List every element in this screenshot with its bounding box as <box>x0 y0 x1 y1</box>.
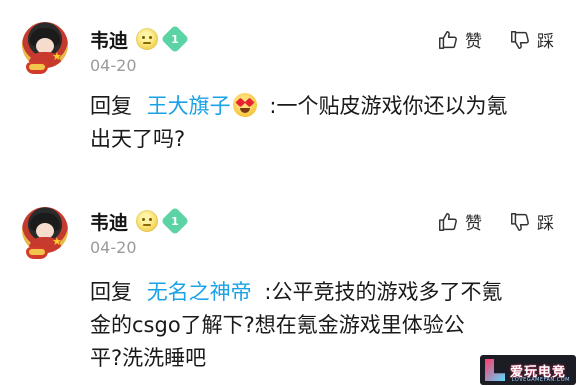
avatar-frame-badge-icon <box>26 62 48 74</box>
vip-face-icon <box>136 28 158 50</box>
dislike-label: 踩 <box>537 214 554 234</box>
vip-face-icon <box>136 210 158 232</box>
thumbs-up-icon <box>439 212 457 231</box>
site-logo-icon <box>485 359 505 381</box>
comment-line-2: 出天了吗? <box>90 127 186 151</box>
mention-link[interactable]: 无名之神帝 <box>147 280 252 304</box>
like-label: 赞 <box>465 32 482 52</box>
comment-line-1: :一个贴皮游戏你还以为氪 <box>269 94 508 118</box>
level-badge-icon: 1 <box>160 206 190 236</box>
level-badge-icon: 1 <box>160 24 190 54</box>
thumbs-down-icon <box>511 212 529 231</box>
reply-prefix: 回复 <box>90 280 132 304</box>
comment-date: 04-20 <box>90 56 137 75</box>
avatar-frame-badge-icon <box>26 247 48 259</box>
thumbs-up-icon <box>439 30 457 49</box>
watermark-subtext: LOVEGAMEFAN.COM <box>511 377 570 383</box>
site-watermark: 爱玩电竞 LOVEGAMEFAN.COM <box>480 355 576 385</box>
like-button[interactable]: 赞 <box>437 209 482 234</box>
mention-link[interactable]: 王大旗子 <box>147 94 231 118</box>
like-button[interactable]: 赞 <box>437 27 482 52</box>
comment-line-2: 金的csgo了解下?想在氪金游戏里体验公 <box>90 313 465 337</box>
comment-line-1: :公平竞技的游戏多了不氪 <box>264 280 503 304</box>
comment-text: 回复 王大旗子 :一个贴皮游戏你还以为氪 出天了吗? <box>90 90 560 156</box>
username[interactable]: 韦迪 <box>90 26 128 53</box>
thumbs-down-icon <box>511 30 529 49</box>
like-label: 赞 <box>465 214 482 234</box>
dislike-label: 踩 <box>537 32 554 52</box>
username[interactable]: 韦迪 <box>90 208 128 235</box>
reply-prefix: 回复 <box>90 94 132 118</box>
heart-eyes-emoji-icon <box>232 93 257 117</box>
dislike-button[interactable]: 踩 <box>509 27 554 52</box>
dislike-button[interactable]: 踩 <box>509 209 554 234</box>
comment-date: 04-20 <box>90 238 137 257</box>
